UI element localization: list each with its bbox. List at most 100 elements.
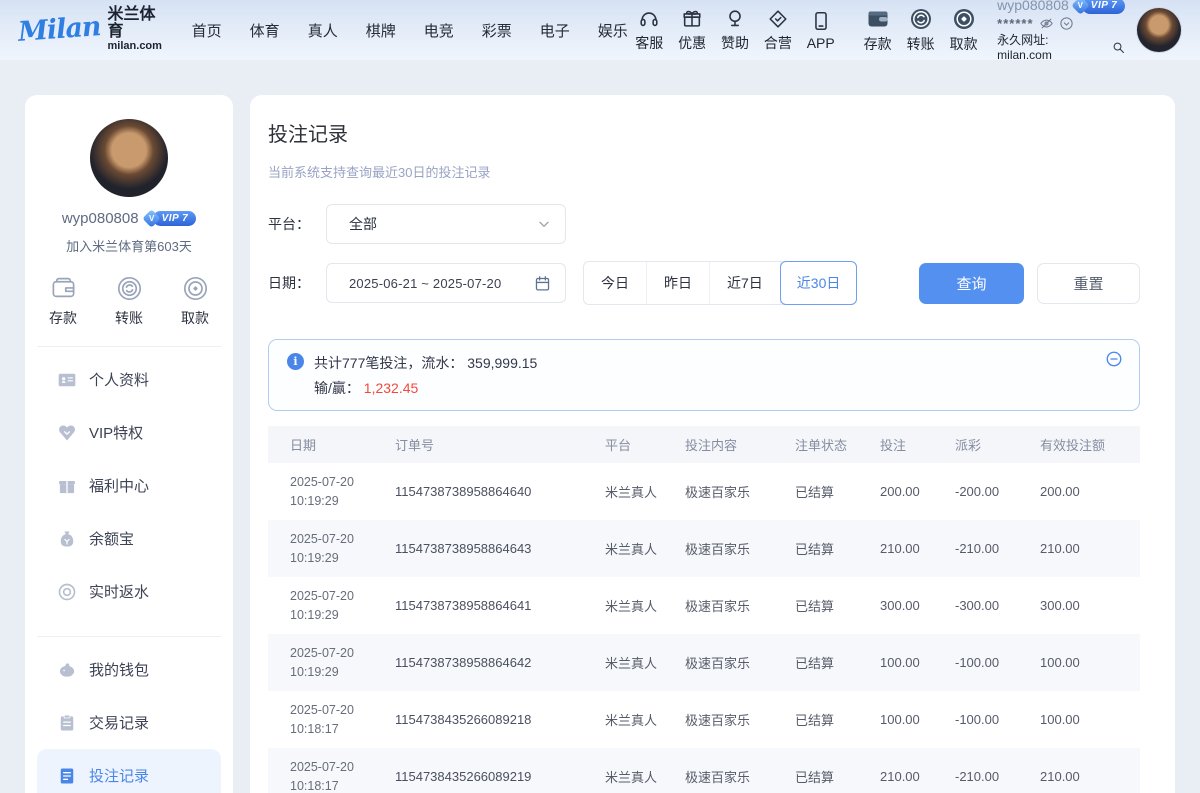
bet-records-table: 日期 订单号 平台 投注内容 注单状态 投注 派彩 有效投注额 2025-07-… xyxy=(268,426,1140,793)
wallet-icon xyxy=(50,275,77,302)
sidebar-item-bet-records[interactable]: 投注记录 xyxy=(37,749,221,793)
rebate-icon xyxy=(57,582,77,602)
sidebar-avatar[interactable] xyxy=(90,119,168,197)
sidebar-item-label: VIP特权 xyxy=(89,422,143,443)
page-subtitle: 当前系统支持查询最近30日的投注记录 xyxy=(268,162,1140,181)
sidebar-item-yuebao[interactable]: 余额宝 xyxy=(25,512,233,565)
nav-item-home[interactable]: 首页 xyxy=(192,20,222,41)
permanent-url-text: 永久网址: milan.com xyxy=(997,33,1106,63)
logo-script-text: Milan xyxy=(17,12,101,49)
sidebar-username: wyp080808 xyxy=(62,210,139,227)
sidebar-divider xyxy=(37,636,221,637)
sidebar-item-my-wallet[interactable]: 我的钱包 xyxy=(25,643,233,696)
table-header-row: 日期 订单号 平台 投注内容 注单状态 投注 派彩 有效投注额 xyxy=(268,426,1140,463)
transfer-icon xyxy=(909,7,933,31)
col-payout: 派彩 xyxy=(955,435,1040,454)
status-badge: 已结算 xyxy=(795,767,880,786)
col-content: 投注内容 xyxy=(685,435,795,454)
sponsor-button[interactable]: 赞助 xyxy=(714,8,757,53)
main-nav: 首页 体育 真人 棋牌 电竞 彩票 电子 娱乐 xyxy=(192,20,628,41)
sidebar-menu-primary: 个人资料 VIP特权 福利中心 余额宝 实时返水 xyxy=(25,353,233,618)
nav-item-slots[interactable]: 电子 xyxy=(540,20,570,41)
headset-icon xyxy=(638,8,660,30)
app-label: APP xyxy=(807,35,835,51)
withdraw-icon xyxy=(952,7,976,31)
logo-cn-text: 米兰体育 xyxy=(108,7,166,41)
vip-heart-icon xyxy=(57,423,77,443)
quick-transfer-label: 转账 xyxy=(115,308,143,328)
transfer-button[interactable]: 转账 xyxy=(899,7,942,54)
collapse-icon[interactable] xyxy=(1105,350,1123,368)
join-days-text: 加入米兰体育第603天 xyxy=(25,236,233,255)
sidebar-item-welfare[interactable]: 福利中心 xyxy=(25,459,233,512)
turnover-value: 359,999.15 xyxy=(467,355,537,371)
transfer-label: 转账 xyxy=(907,34,935,54)
table-row: 2025-07-2010:18:17 1154738435266089218 米… xyxy=(268,691,1140,748)
info-icon: i xyxy=(287,353,304,370)
vip-badge[interactable]: V VIP 7 xyxy=(1074,0,1126,14)
table-row: 2025-07-2010:19:29 1154738738958864642 米… xyxy=(268,634,1140,691)
sidebar: wyp080808 V VIP 7 加入米兰体育第603天 存款 转账 取款 个… xyxy=(25,95,233,793)
magnifier-icon[interactable] xyxy=(1111,40,1126,55)
reset-button[interactable]: 重置 xyxy=(1037,263,1140,304)
service-button[interactable]: 客服 xyxy=(628,8,671,53)
shortcut-today-button[interactable]: 今日 xyxy=(584,262,647,304)
status-badge: 已结算 xyxy=(795,653,880,672)
refresh-circle-icon[interactable] xyxy=(1059,16,1074,31)
sidebar-item-vip[interactable]: VIP特权 xyxy=(25,406,233,459)
shortcut-30days-button[interactable]: 近30日 xyxy=(780,261,858,305)
col-status: 注单状态 xyxy=(795,435,880,454)
sidebar-item-label: 交易记录 xyxy=(89,712,149,733)
shortcut-yesterday-button[interactable]: 昨日 xyxy=(647,262,710,304)
nav-item-live[interactable]: 真人 xyxy=(308,20,338,41)
promo-button[interactable]: 优惠 xyxy=(671,8,714,53)
moneybag-icon xyxy=(57,529,77,549)
shortcut-7days-button[interactable]: 近7日 xyxy=(710,262,781,304)
query-button[interactable]: 查询 xyxy=(919,263,1024,304)
col-date: 日期 xyxy=(290,435,395,454)
col-bet: 投注 xyxy=(880,435,955,454)
sidebar-item-profile[interactable]: 个人资料 xyxy=(25,353,233,406)
sidebar-menu-secondary: 我的钱包 交易记录 投注记录 xyxy=(25,643,233,793)
chevron-down-icon xyxy=(537,217,551,231)
sidebar-item-rebate[interactable]: 实时返水 xyxy=(25,565,233,618)
app-button[interactable]: APP xyxy=(799,10,842,51)
status-badge: 已结算 xyxy=(795,539,880,558)
quick-withdraw-button[interactable]: 取款 xyxy=(181,275,209,328)
platform-selected-value: 全部 xyxy=(349,214,537,234)
sponsor-icon xyxy=(724,8,746,30)
sidebar-item-transactions[interactable]: 交易记录 xyxy=(25,696,233,749)
deposit-button[interactable]: 存款 xyxy=(856,7,899,54)
platform-select[interactable]: 全部 xyxy=(326,204,566,244)
nav-item-sports[interactable]: 体育 xyxy=(250,20,280,41)
user-avatar[interactable] xyxy=(1136,7,1182,53)
table-row: 2025-07-2010:19:29 1154738738958864640 米… xyxy=(268,463,1140,520)
transfer-circle-icon xyxy=(116,275,143,302)
site-logo[interactable]: Milan 米兰体育 milan.com xyxy=(18,7,166,52)
transaction-icon xyxy=(57,713,77,733)
nav-item-esports[interactable]: 电竞 xyxy=(424,20,454,41)
page-title: 投注记录 xyxy=(268,118,1140,147)
date-range-picker[interactable]: 2025-06-21 ~ 2025-07-20 xyxy=(326,263,566,303)
nav-item-lottery[interactable]: 彩票 xyxy=(482,20,512,41)
sidebar-item-label: 个人资料 xyxy=(89,369,149,390)
quick-deposit-button[interactable]: 存款 xyxy=(49,275,77,328)
partner-icon xyxy=(767,8,789,30)
status-badge: 已结算 xyxy=(795,482,880,501)
date-range-value: 2025-06-21 ~ 2025-07-20 xyxy=(349,276,534,291)
deposit-icon xyxy=(866,7,890,31)
withdraw-circle-icon xyxy=(182,275,209,302)
withdraw-button[interactable]: 取款 xyxy=(942,7,985,54)
eye-slash-icon[interactable] xyxy=(1039,16,1054,31)
nav-item-entertainment[interactable]: 娱乐 xyxy=(598,20,628,41)
quick-deposit-label: 存款 xyxy=(49,308,77,328)
quick-transfer-button[interactable]: 转账 xyxy=(115,275,143,328)
sidebar-vip-badge[interactable]: V VIP 7 xyxy=(145,211,197,226)
promo-label: 优惠 xyxy=(678,33,706,53)
partner-button[interactable]: 合营 xyxy=(756,8,799,53)
nav-item-cards[interactable]: 棋牌 xyxy=(366,20,396,41)
col-order: 订单号 xyxy=(395,435,605,454)
status-badge: 已结算 xyxy=(795,596,880,615)
table-row: 2025-07-2010:19:29 1154738738958864641 米… xyxy=(268,577,1140,634)
deposit-label: 存款 xyxy=(864,34,892,54)
